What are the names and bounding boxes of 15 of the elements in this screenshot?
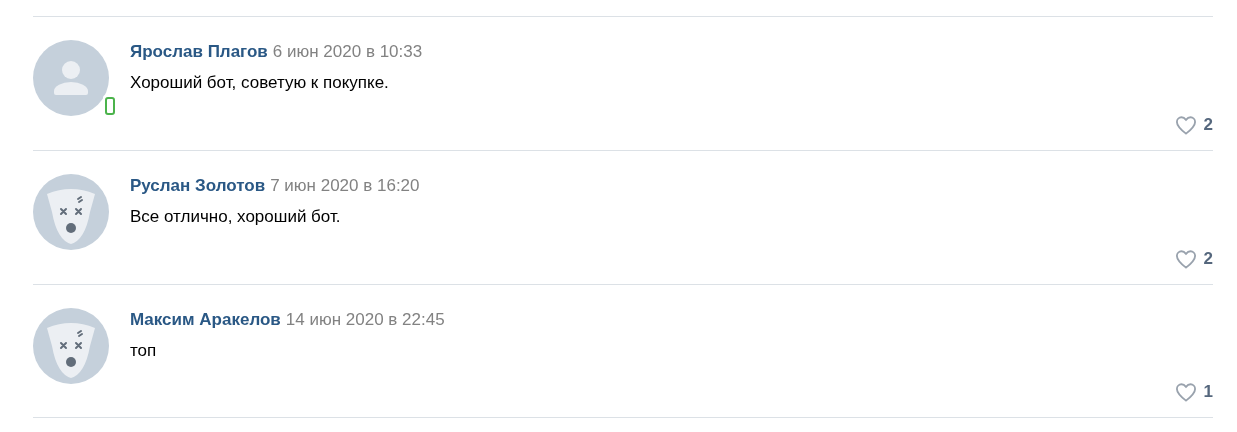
comment-date: 6 июн 2020 в 10:33 (272, 42, 423, 61)
like-button[interactable]: 2 (1174, 249, 1213, 269)
author-name[interactable]: Руслан Золотов (130, 176, 266, 195)
heart-icon (1174, 382, 1197, 402)
author-name[interactable]: Ярослав Плагов (130, 42, 268, 61)
comment-text: Хороший бот, советую к покупке. (130, 72, 390, 94)
comment-text: Все отлично, хороший бот. (130, 206, 342, 228)
comment-date: 14 июн 2020 в 22:45 (285, 310, 445, 329)
heart-icon (1174, 115, 1197, 135)
author-name[interactable]: Максим Аракелов (130, 310, 281, 329)
like-button[interactable]: 1 (1174, 382, 1213, 402)
like-button[interactable]: 2 (1174, 115, 1213, 135)
comment-text: топ (130, 340, 158, 362)
comment-date: 7 июн 2020 в 16:20 (270, 176, 420, 195)
heart-icon (1174, 249, 1197, 269)
